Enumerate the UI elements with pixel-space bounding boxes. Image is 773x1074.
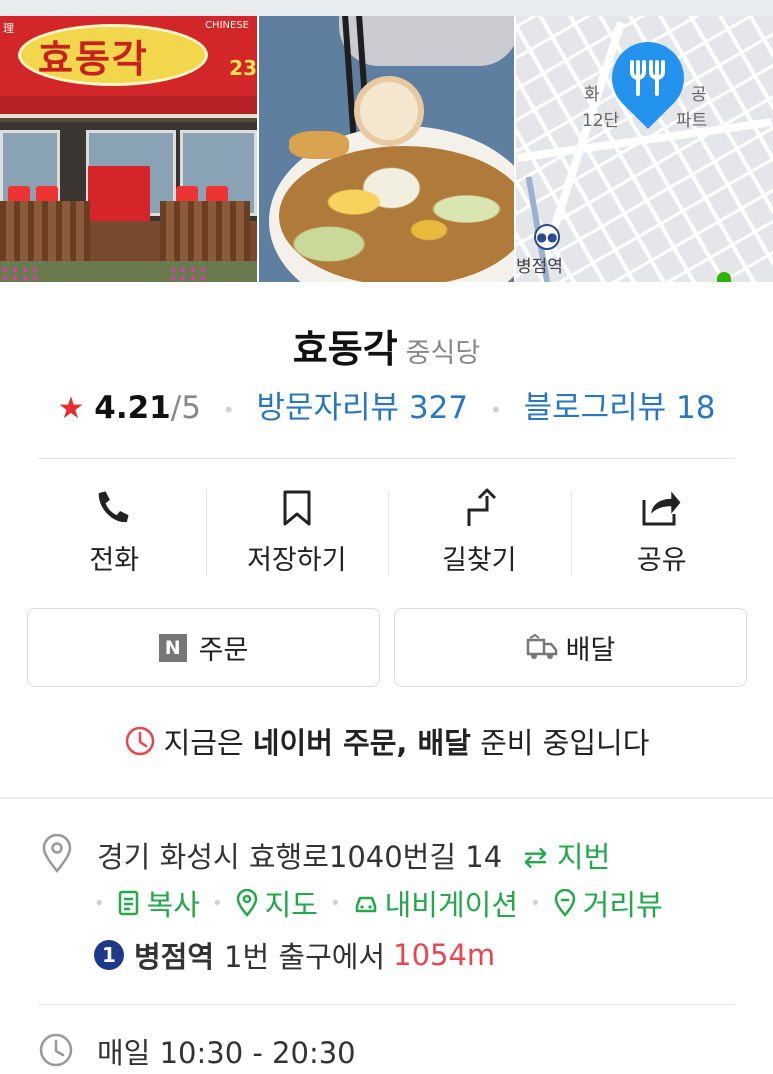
sign-text: 효동각 xyxy=(38,37,149,81)
delivery-truck-icon xyxy=(526,633,558,662)
transit-row: 1 병점역 1번 출구에서 1054m xyxy=(94,934,495,976)
divider xyxy=(38,458,735,459)
subway-station-icon: ●● xyxy=(534,224,560,250)
location-pin-icon xyxy=(40,833,74,878)
street-view-icon xyxy=(554,889,575,917)
map-label-complex-b: 파트 xyxy=(676,111,708,131)
storefront-photo[interactable]: 理 효동각 CHINESE 23 xyxy=(0,16,257,282)
street-view-link[interactable]: 거리뷰 xyxy=(553,882,663,924)
exit-text: 1번 출구에서 xyxy=(224,940,386,974)
map-link[interactable]: 지도 xyxy=(235,882,318,924)
map-label-complex: 12단 xyxy=(582,111,620,131)
bookmark-icon xyxy=(206,486,389,530)
navigation-link[interactable]: 내비게이션 xyxy=(353,882,518,924)
share-icon xyxy=(571,486,754,530)
divider xyxy=(38,1004,735,1005)
order-button[interactable]: N 주문 xyxy=(27,608,380,687)
map-label-apartment: 화 xyxy=(584,85,600,105)
section-separator xyxy=(0,797,773,799)
map-thumbnail[interactable]: 화 공 12단 파트 ●● 병점역 xyxy=(516,16,773,282)
sign-number: 23 xyxy=(229,56,257,80)
directions-button[interactable]: 길찾기 xyxy=(388,480,571,580)
clock-icon xyxy=(124,725,156,764)
share-button[interactable]: 공유 xyxy=(570,480,754,580)
rating-max: /5 xyxy=(170,390,201,426)
address-row: 경기 화성시 효행로1040번길 14 ⇄ 지번 xyxy=(97,834,610,876)
order-label: 주문 xyxy=(198,635,249,666)
delivery-button[interactable]: 배달 xyxy=(394,608,747,687)
map-label-apartment-b: 공 xyxy=(691,85,707,105)
place-name: 효동각 xyxy=(292,327,398,371)
save-button[interactable]: 저장하기 xyxy=(205,480,389,580)
car-icon xyxy=(355,896,376,913)
address-links: • 복사 • 지도 • 내비게이션 • 거리뷰 xyxy=(94,882,663,924)
action-bar: 전화 저장하기 길찾기 공유 xyxy=(23,480,753,580)
stats-row: ★ 4.21/5 • 방문자리뷰 327 • 블로그리뷰 18 xyxy=(57,390,716,426)
distance-value: 1054m xyxy=(393,938,496,972)
phone-icon xyxy=(23,486,206,530)
top-strip xyxy=(0,0,773,16)
place-title-row: 효동각 중식당 xyxy=(0,318,773,373)
sign-small-text: CHINESE xyxy=(205,20,249,31)
restaurant-fork-icon xyxy=(629,58,667,106)
road-address: 경기 화성시 효행로1040번길 14 xyxy=(97,840,503,874)
photo-strip: 理 효동각 CHINESE 23 화 공 12단 파트 ●● 병점역 xyxy=(0,16,773,282)
service-notice: 지금은 네이버 주문, 배달 준비 중입니다 xyxy=(0,720,773,764)
map-label-station: 병점역 xyxy=(516,257,563,277)
rating-value: 4.21 xyxy=(94,390,171,426)
subway-line-1-badge: 1 xyxy=(94,940,124,970)
jibun-toggle[interactable]: ⇄ 지번 xyxy=(523,840,610,874)
swap-arrows-icon: ⇄ xyxy=(523,840,548,874)
star-icon: ★ xyxy=(57,391,85,426)
station-name: 병점역 xyxy=(134,940,215,974)
store-sign: 理 효동각 CHINESE 23 xyxy=(0,16,257,96)
copy-address-link[interactable]: 복사 xyxy=(117,882,200,924)
call-button[interactable]: 전화 xyxy=(23,480,206,580)
delivery-label: 배달 xyxy=(565,635,616,666)
copy-icon xyxy=(118,890,138,916)
map-pin-small-icon xyxy=(236,889,257,917)
blog-reviews-link[interactable]: 블로그리뷰 18 xyxy=(524,390,716,426)
naver-n-icon: N xyxy=(158,633,187,662)
visitor-reviews-link[interactable]: 방문자리뷰 327 xyxy=(256,390,468,426)
directions-icon xyxy=(388,486,571,530)
clock-gray-icon xyxy=(38,1032,74,1072)
sign-glyph: 理 xyxy=(3,22,14,35)
food-photo[interactable] xyxy=(259,16,514,282)
place-category: 중식당 xyxy=(405,338,481,369)
business-hours[interactable]: 매일 10:30 - 20:30 xyxy=(97,1030,356,1072)
